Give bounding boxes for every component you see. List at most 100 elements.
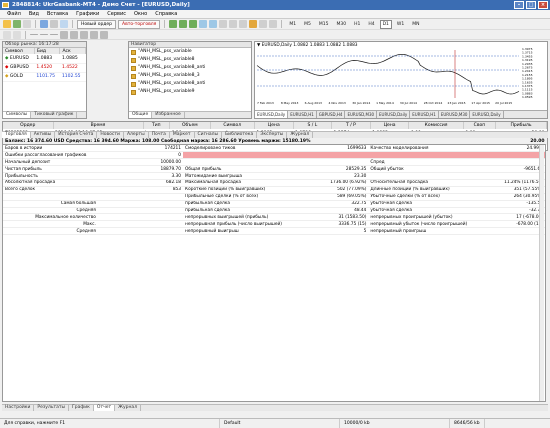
market-row[interactable]: ◆ GBPUSD 1.4520 1.4522 [3,63,86,73]
zoom-in-icon[interactable] [199,20,208,28]
chart-tab[interactable]: EURUSD,Daily [255,111,289,118]
label-tool-icon[interactable] [90,30,98,39]
menu-item-tools[interactable]: Сервис [103,11,130,17]
bar-chart-icon[interactable] [169,20,178,28]
tab-trade[interactable]: Торговля [2,132,31,138]
market-row[interactable]: ◆ EURUSD 1.0883 1.0885 [3,54,86,64]
menu-item-view[interactable]: Вид [25,11,43,17]
tab-market[interactable]: Маркет [170,132,195,138]
column-profit[interactable]: Прибыль [495,122,547,129]
tester-icon[interactable] [60,20,68,28]
chart-shift-icon[interactable] [239,20,248,28]
maximize-button[interactable]: □ [526,1,536,9]
navigator-expert-item[interactable]: "ANH_MSL_pss_variable [129,48,251,56]
terminal-icon[interactable] [50,20,58,28]
chart-tab[interactable]: EURUSD,Daily [470,111,504,118]
tab-favorites[interactable]: Избранное [152,112,185,118]
column-order[interactable]: Ордер [3,122,54,129]
column-price-current[interactable]: Цена [370,122,410,129]
menu-item-file[interactable]: Файл [3,11,25,17]
menu-item-insert[interactable]: Вставка [43,11,72,17]
chart-tab[interactable]: GBPUSD,H4 [316,111,346,118]
column-tp[interactable]: T / P [331,122,371,129]
tab-mailbox[interactable]: Почта [149,132,170,138]
market-watch-icon[interactable] [23,20,31,28]
report-scrollbar[interactable] [539,145,544,401]
candles-icon[interactable] [179,20,188,28]
tab-tick-chart[interactable]: Тиковый график [31,112,78,118]
periods-icon[interactable] [259,20,268,28]
chart-tab[interactable]: EURUSD,H1 [288,111,317,118]
fibo-icon[interactable] [70,30,78,39]
arrows-icon[interactable] [100,30,108,39]
close-button[interactable]: × [538,1,548,9]
tab-common[interactable]: Общие [129,112,153,118]
tab-tester-journal[interactable]: Журнал [115,405,142,411]
menu-item-charts[interactable]: Графики [72,11,103,17]
chart-tab[interactable]: EURUSD,H1 [410,111,439,118]
tab-exposure[interactable]: Активы [31,132,56,138]
navigator-expert-item[interactable]: "ANH_MSL_pss_variable8_anti [129,64,251,72]
tab-news[interactable]: Новости [97,132,124,138]
timeframe-w1[interactable]: W1 [394,20,407,29]
navigator-expert-item[interactable]: "ANH_MSL_pss_variable9 [129,88,251,96]
chart-tab[interactable]: EURUSD,Daily [377,111,411,118]
report-cell: 351 (57.55%) [478,186,545,194]
autoscroll-icon[interactable] [229,20,238,28]
tab-tester-settings[interactable]: Настройки [2,405,35,411]
column-type[interactable]: Тип [143,122,171,129]
menu-item-help[interactable]: Справка [151,11,181,17]
tab-experts[interactable]: Эксперты [257,132,288,138]
tab-library[interactable]: Библиотека [222,132,258,138]
column-sl[interactable]: S / L [293,122,333,129]
column-volume[interactable]: Объем [169,122,211,129]
line-chart-icon[interactable] [189,20,198,28]
crosshair-icon[interactable] [13,30,21,39]
tab-tester-results[interactable]: Результаты [34,405,70,411]
tile-windows-icon[interactable] [219,20,228,28]
vertical-line-icon[interactable] [30,34,38,35]
timeframe-h1[interactable]: H1 [351,20,363,29]
indicators-icon[interactable] [249,20,258,28]
templates-icon[interactable] [269,20,278,28]
tab-account-history[interactable]: История Счета [55,132,98,138]
column-price[interactable]: Цена [254,122,294,129]
menu-item-window[interactable]: Окно [130,11,151,17]
navigator-expert-item[interactable]: "ANH_MSL_pss_variable8 [129,56,251,64]
tab-tester-graph[interactable]: График [69,405,94,411]
column-symbol[interactable]: Символ [210,122,255,129]
chart-tab[interactable]: EURUSD,M30 [438,111,471,118]
channel-icon[interactable] [60,30,68,39]
tab-signals[interactable]: Сигналы [195,132,223,138]
timeframe-m15[interactable]: M15 [316,20,332,29]
column-commission[interactable]: Комиссия [408,122,464,129]
tab-symbols[interactable]: Символы [3,112,32,118]
tab-alerts[interactable]: Алерты [124,132,149,138]
price-chart[interactable]: 1.39751.37151.34551.31951.29351.26751.24… [255,42,547,106]
column-swap[interactable]: Своп [463,122,497,129]
chart-tab[interactable]: EURUSD,M30 [345,111,378,118]
autotrading-button[interactable]: Авто-торговля [118,19,161,29]
tab-tester-report[interactable]: Отчет [93,405,116,411]
timeframe-d1[interactable]: D1 [379,19,392,29]
navigator-expert-item[interactable]: "ANH_MSL_pss_variable8_3 [129,72,251,80]
new-chart-icon[interactable] [3,20,11,28]
timeframe-m30[interactable]: M30 [333,20,349,29]
market-row[interactable]: ◆ GOLD 1101.75 1102.55 [3,72,86,82]
text-tool-icon[interactable] [80,30,88,39]
tab-journal[interactable]: Журнал [287,132,314,138]
zoom-out-icon[interactable] [209,20,218,28]
horizontal-line-icon[interactable] [40,34,48,35]
timeframe-m1[interactable]: M1 [286,20,299,29]
timeframe-m5[interactable]: M5 [301,20,314,29]
new-order-button[interactable]: Новый ордер [77,19,117,29]
timeframe-h4[interactable]: H4 [365,20,377,29]
profiles-icon[interactable] [13,20,21,28]
column-time[interactable]: Время [53,122,144,129]
timeframe-mn[interactable]: MN [409,20,422,29]
minimize-button[interactable]: – [514,1,524,9]
trendline-icon[interactable] [50,34,58,35]
cursor-icon[interactable] [3,30,11,39]
navigator-expert-item[interactable]: "ANH_MSL_pss_variable8_anti [129,80,251,88]
navigator-icon[interactable] [40,20,48,28]
